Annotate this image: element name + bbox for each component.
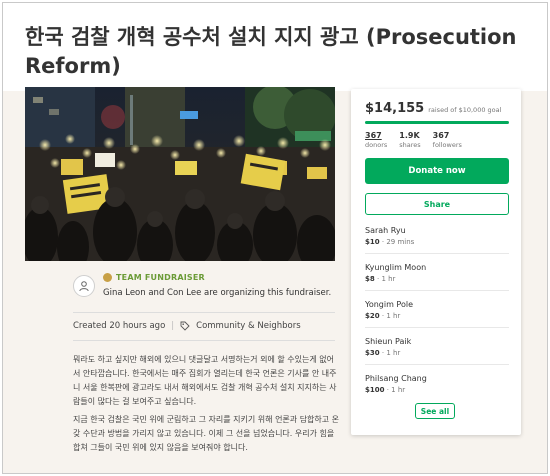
campaign-title: 한국 검찰 개혁 공수처 설치 지지 광고 (Prosecution Refor… [25, 25, 517, 78]
donate-now-button[interactable]: Donate now [365, 158, 509, 184]
donation-item: Shieun Paik $30 · 1 hr [365, 337, 509, 357]
raised-goal: raised of $10,000 goal [428, 106, 502, 114]
donation-meta: $20 · 1 hr [365, 312, 401, 320]
donation-time: 1 hr [381, 275, 396, 283]
category-link[interactable]: Community & Neighbors [196, 321, 300, 331]
progress-fill [365, 121, 509, 124]
donation-separator [365, 327, 509, 328]
donation-time: 1 hr [386, 312, 401, 320]
stat-donors[interactable]: 367 donors [365, 131, 387, 149]
donation-meta: $100 · 1 hr [365, 386, 406, 394]
donation-amount: $30 [365, 349, 380, 357]
donation-time: 29 mins [386, 238, 415, 246]
progress-bar [365, 121, 509, 124]
see-all-button[interactable]: See all [415, 403, 455, 419]
protest-crowd-image [25, 87, 335, 261]
donor-name: Kyunglim Moon [365, 263, 427, 272]
stat-label: followers [432, 141, 462, 149]
donation-item: Sarah Ryu $10 · 29 mins [365, 226, 509, 246]
organizer-avatar[interactable] [73, 275, 95, 297]
divider [73, 340, 335, 341]
donation-item: Philsang Chang $100 · 1 hr [365, 374, 509, 394]
team-label-text: TEAM FUNDRAISER [116, 273, 205, 282]
donation-amount: $100 [365, 386, 385, 394]
stats-row: 367 donors 1.9K shares 367 followers [365, 131, 462, 149]
tag-icon [180, 321, 190, 331]
donation-meta: $8 · 1 hr [365, 275, 396, 283]
user-icon [79, 281, 89, 292]
donation-separator [365, 290, 509, 291]
team-fundraiser-label: TEAM FUNDRAISER [103, 273, 205, 282]
stat-number: 1.9K [399, 131, 420, 140]
donation-amount: $10 [365, 238, 380, 246]
donation-separator [365, 364, 509, 365]
divider [73, 312, 335, 313]
fundraiser-page: 한국 검찰 개혁 공수처 설치 지지 광고 (Prosecution Refor… [2, 2, 548, 474]
stat-label: donors [365, 141, 388, 149]
stat-number: 367 [432, 131, 450, 140]
raised-amount: $14,155 [365, 101, 425, 116]
donor-name: Shieun Paik [365, 337, 412, 346]
donor-name: Philsang Chang [365, 374, 427, 383]
created-time: Created 20 hours ago [73, 321, 166, 331]
team-badge-icon [103, 273, 112, 282]
donation-time: 1 hr [386, 349, 401, 357]
donation-item: Kyunglim Moon $8 · 1 hr [365, 263, 509, 283]
donor-name: Yongim Pole [365, 300, 414, 309]
story-paragraph-1: 뭐라도 하고 싶지만 해외에 있으니 댓글달고 서명하는거 외에 할 수있는게 … [73, 355, 337, 406]
donation-sidebar: $14,155 raised of $10,000 goal 367 donor… [351, 89, 521, 435]
organizer-text: Gina Leon and Con Lee are organizing thi… [103, 288, 332, 298]
stat-followers: 367 followers [433, 131, 462, 149]
story-paragraph-2: 지금 한국 검찰은 국민 위에 군림하고 그 자리를 지키기 위해 언론과 담합… [73, 415, 340, 452]
campaign-photo[interactable] [25, 87, 335, 261]
stat-number: 367 [365, 131, 382, 140]
share-button[interactable]: Share [365, 193, 509, 215]
donation-separator [365, 253, 509, 254]
stat-shares: 1.9K shares [399, 131, 420, 149]
raised-summary: $14,155 raised of $10,000 goal [365, 101, 501, 116]
stat-label: shares [399, 141, 421, 149]
donation-amount: $8 [365, 275, 375, 283]
donation-item: Yongim Pole $20 · 1 hr [365, 300, 509, 320]
donation-time: 1 hr [391, 386, 406, 394]
donation-amount: $20 [365, 312, 380, 320]
donor-name: Sarah Ryu [365, 226, 406, 235]
meta-separator: | [171, 321, 175, 331]
donation-meta: $30 · 1 hr [365, 349, 401, 357]
campaign-meta: Created 20 hours ago | Community & Neigh… [73, 321, 335, 331]
donation-meta: $10 · 29 mins [365, 238, 415, 246]
